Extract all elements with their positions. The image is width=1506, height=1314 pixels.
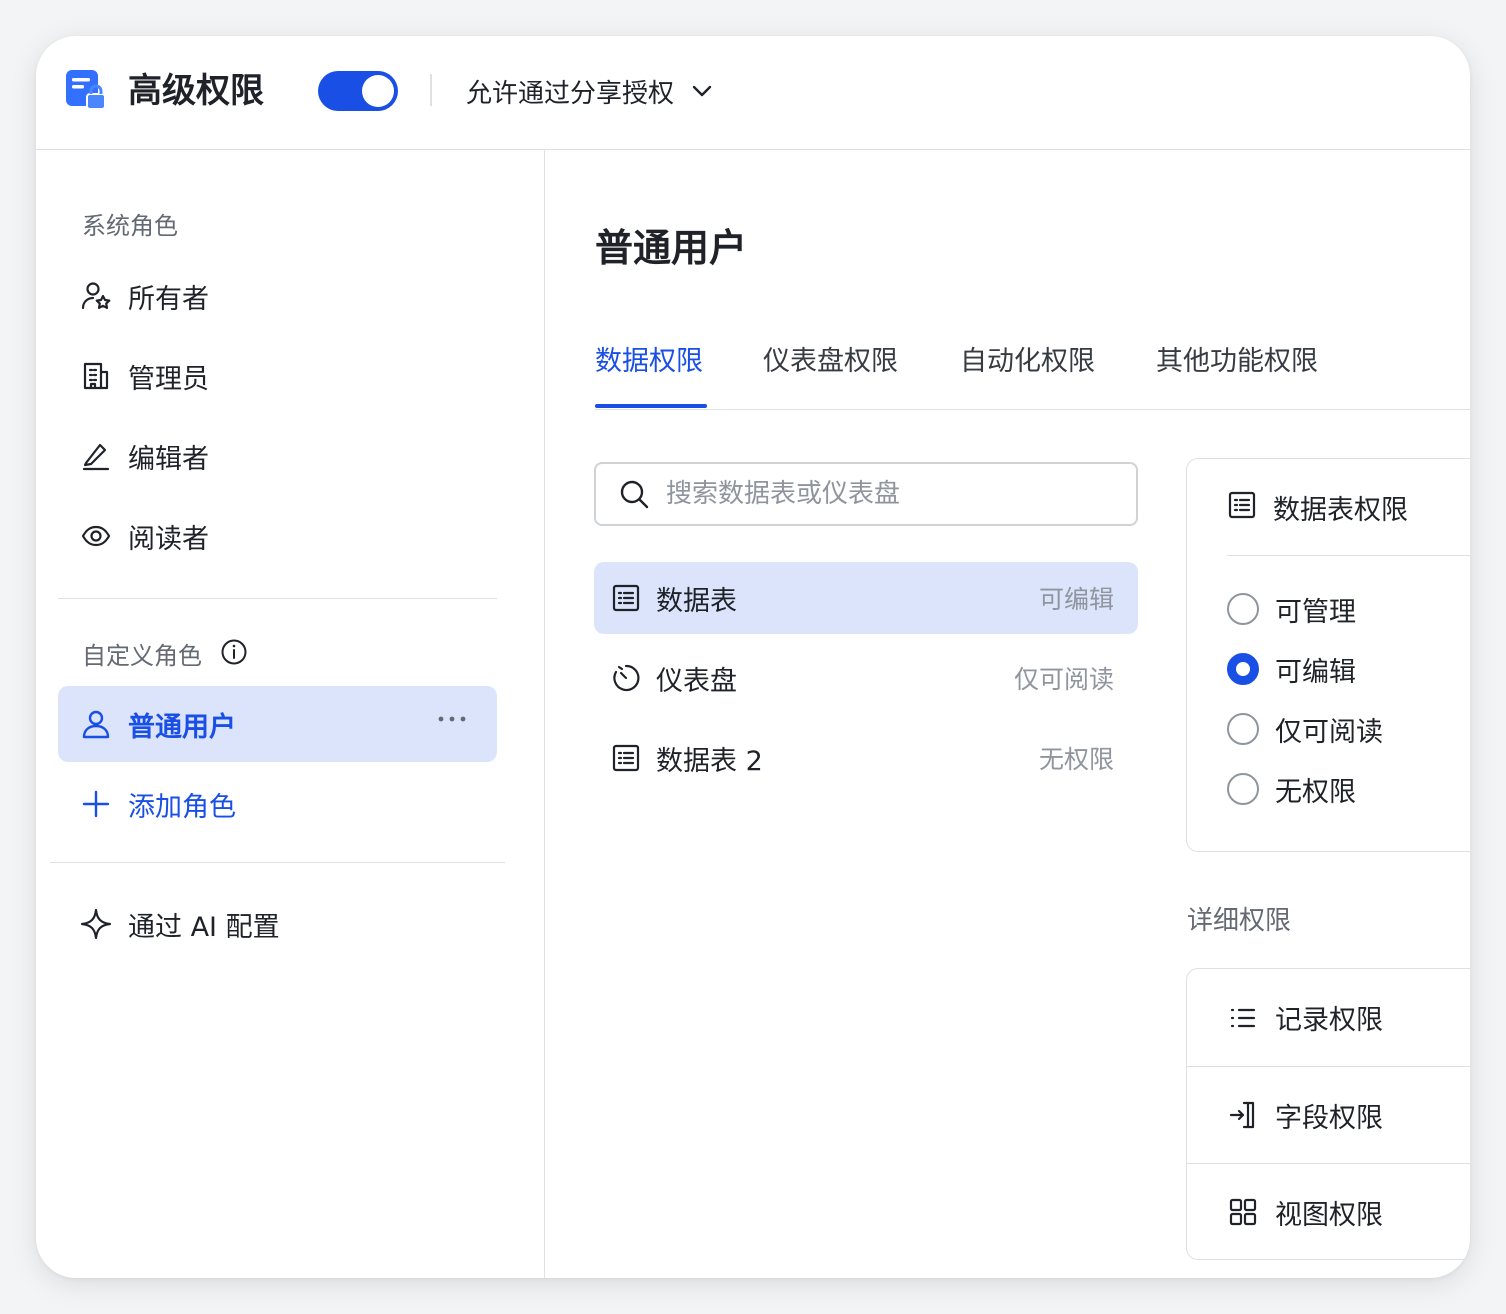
custom-roles-label: 自定义角色 xyxy=(82,642,202,670)
card-divider xyxy=(1227,555,1470,556)
add-role-button[interactable]: 添加角色 xyxy=(58,770,497,838)
active-tab-indicator xyxy=(595,404,707,408)
table-permission-card: 数据表权限 可管理 可编辑 仅可阅读 无权限 xyxy=(1186,458,1470,852)
user-star-icon xyxy=(80,280,112,312)
record-permission-item[interactable]: 记录权限 xyxy=(1187,969,1470,1066)
table-icon xyxy=(1227,490,1257,524)
role-label: 所有者 xyxy=(128,283,209,315)
tab-automation-permission[interactable]: 自动化权限 xyxy=(960,344,1095,380)
plus-icon xyxy=(80,788,112,820)
resource-item-table[interactable]: 数据表 可编辑 xyxy=(594,562,1138,634)
search-box[interactable] xyxy=(594,462,1138,526)
radio-label: 无权限 xyxy=(1275,776,1356,808)
search-icon xyxy=(618,478,650,510)
table-icon xyxy=(610,582,642,614)
add-role-label: 添加角色 xyxy=(128,791,236,823)
tab-data-permission[interactable]: 数据权限 xyxy=(595,344,703,380)
header-divider xyxy=(430,74,432,106)
resource-item-table-2[interactable]: 数据表 2 无权限 xyxy=(594,722,1138,794)
tab-dashboard-permission[interactable]: 仪表盘权限 xyxy=(763,344,898,380)
role-item-normal-user[interactable]: 普通用户 xyxy=(58,686,497,762)
role-label: 普通用户 xyxy=(128,711,236,743)
share-option-label: 允许通过分享授权 xyxy=(466,78,675,109)
permission-tabs: 数据权限 仪表盘权限 自动化权限 其他功能权限 xyxy=(595,332,1470,410)
dashboard-icon xyxy=(610,662,642,694)
radio-label: 仅可阅读 xyxy=(1275,716,1383,748)
radio-option-read-only[interactable]: 仅可阅读 xyxy=(1227,709,1383,749)
sidebar-divider xyxy=(58,598,497,599)
pencil-icon xyxy=(80,440,112,472)
advanced-permission-toggle[interactable] xyxy=(318,71,398,111)
role-item-editor[interactable]: 编辑者 xyxy=(58,422,497,490)
radio-option-no-permission[interactable]: 无权限 xyxy=(1227,769,1356,809)
chevron-down-icon xyxy=(692,82,712,101)
page-title: 普通用户 xyxy=(595,226,748,270)
resource-label: 数据表 xyxy=(656,585,737,617)
role-item-reader[interactable]: 阅读者 xyxy=(58,502,497,570)
field-icon xyxy=(1227,1099,1259,1131)
resource-label: 数据表 2 xyxy=(656,745,763,777)
view-permission-item[interactable]: 视图权限 xyxy=(1187,1163,1470,1259)
role-label: 阅读者 xyxy=(128,523,209,555)
permission-card-title: 数据表权限 xyxy=(1273,494,1408,526)
tab-other-permission[interactable]: 其他功能权限 xyxy=(1156,344,1318,380)
info-icon[interactable] xyxy=(220,638,248,674)
detail-permission-label: 详细权限 xyxy=(1187,906,1292,936)
resource-permission: 无权限 xyxy=(1038,745,1114,774)
app-window: 高级权限 允许通过分享授权 系统角色 所有者 管理员 编辑者 阅读者 自定义角色… xyxy=(36,36,1470,1278)
permission-card-header: 数据表权限 xyxy=(1227,487,1408,527)
system-roles-label: 系统角色 xyxy=(82,212,178,240)
custom-roles-header: 自定义角色 xyxy=(82,638,248,674)
detail-label: 视图权限 xyxy=(1275,1199,1383,1231)
radio-option-edit[interactable]: 可编辑 xyxy=(1227,649,1356,689)
more-icon[interactable] xyxy=(437,708,467,727)
detail-permission-card: 记录权限 字段权限 视图权限 xyxy=(1186,968,1470,1260)
form-lock-icon xyxy=(65,69,107,111)
radio-button-checked[interactable] xyxy=(1227,653,1259,685)
share-authorization-dropdown[interactable]: 允许通过分享授权 xyxy=(466,70,712,112)
field-permission-item[interactable]: 字段权限 xyxy=(1187,1066,1470,1163)
header: 高级权限 允许通过分享授权 xyxy=(36,36,1470,150)
building-icon xyxy=(80,360,112,392)
resource-permission: 可编辑 xyxy=(1038,585,1114,614)
ai-config-button[interactable]: 通过 AI 配置 xyxy=(58,890,497,958)
search-input[interactable] xyxy=(666,479,1106,509)
role-item-admin[interactable]: 管理员 xyxy=(58,342,497,410)
radio-button[interactable] xyxy=(1227,713,1259,745)
role-label: 编辑者 xyxy=(128,443,209,475)
grid-icon xyxy=(1227,1196,1259,1228)
toggle-knob xyxy=(362,75,394,107)
table-icon xyxy=(610,742,642,774)
sidebar-divider xyxy=(50,862,505,863)
app-title: 高级权限 xyxy=(128,71,264,111)
detail-label: 记录权限 xyxy=(1275,1005,1383,1036)
ai-config-label: 通过 AI 配置 xyxy=(128,911,280,943)
resource-label: 仪表盘 xyxy=(656,665,737,697)
detail-label: 字段权限 xyxy=(1275,1102,1383,1134)
role-label: 管理员 xyxy=(128,363,209,395)
eye-icon xyxy=(80,520,112,552)
sparkle-icon xyxy=(80,908,112,940)
radio-button[interactable] xyxy=(1227,593,1259,625)
radio-label: 可编辑 xyxy=(1275,656,1356,688)
resource-permission: 仅可阅读 xyxy=(1013,665,1114,694)
role-sidebar: 系统角色 所有者 管理员 编辑者 阅读者 自定义角色 普通用户 添加角色 通过 … xyxy=(36,150,545,1278)
list-icon xyxy=(1227,1002,1259,1034)
resource-item-dashboard[interactable]: 仪表盘 仅可阅读 xyxy=(594,642,1138,714)
role-item-owner[interactable]: 所有者 xyxy=(58,262,497,330)
radio-option-manage[interactable]: 可管理 xyxy=(1227,589,1356,629)
user-icon xyxy=(80,708,112,740)
radio-button[interactable] xyxy=(1227,773,1259,805)
radio-label: 可管理 xyxy=(1275,596,1356,628)
